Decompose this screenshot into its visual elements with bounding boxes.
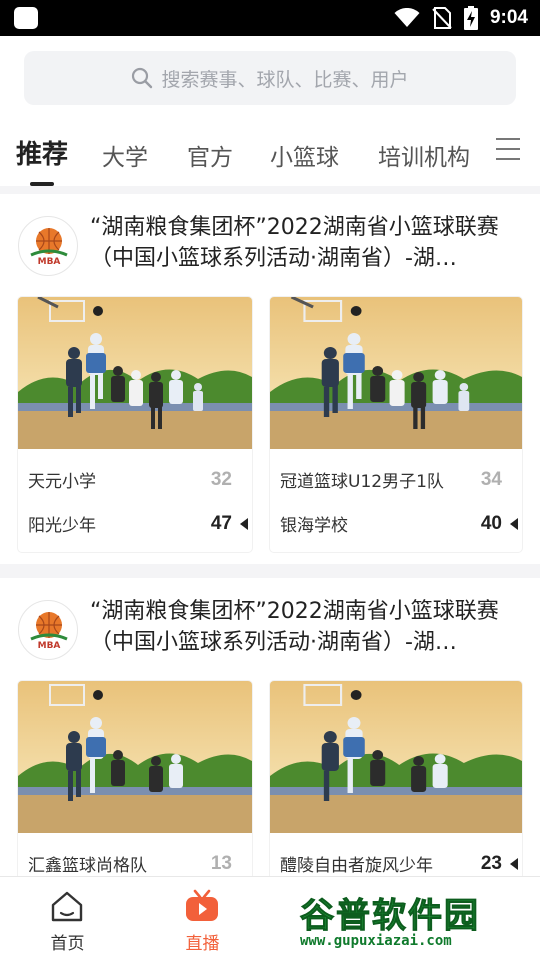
search-bar[interactable]: 搜索赛事、球队、比赛、用户 [24,51,516,105]
watermark-url: www.gupuxiazai.com [300,933,452,949]
tab-official[interactable]: 官方 [187,138,233,172]
status-bar: 9:04 [0,0,540,36]
wifi-icon [394,8,420,27]
league-title[interactable]: “湖南粮食集团杯”2022湖南省小篮球联赛（中国小篮球系列活动·湖南省）-湖… [90,596,520,658]
match-photo [270,297,522,449]
match-photo [18,681,252,833]
team-name: 醴陵自由者旋风少年 [280,856,433,876]
team-row-home: 汇鑫篮球尚格队 13 [28,851,248,876]
team-name: 天元小学 [28,472,96,492]
home-icon [51,891,83,922]
nav-label: 首页 [50,934,85,954]
team-name: 银海学校 [280,516,348,536]
match-card[interactable]: 醴陵自由者旋风少年 23 [270,681,522,876]
league-logo[interactable]: MBA [18,216,78,276]
team-row-away: 银海学校 40 [280,511,518,539]
league-logo[interactable]: MBA [18,600,78,660]
watermark-text: 谷普软件园 [300,896,480,937]
live-tv-icon [186,889,218,921]
team-score: 47 [210,513,232,534]
tab-recommend[interactable]: 推荐 [16,134,68,171]
no-sim-icon [432,7,452,29]
match-card[interactable]: 天元小学 32 阳光少年 47 [18,297,252,552]
category-tabs: 推荐 大学 官方 小篮球 培训机构 [0,132,540,186]
team-row-home: 天元小学 32 [28,467,248,495]
logo-text: MBA [38,641,61,651]
tab-mini-basketball[interactable]: 小篮球 [270,138,339,172]
match-feed[interactable]: MBA “湖南粮食集团杯”2022湖南省小篮球联赛（中国小篮球系列活动·湖南省）… [0,194,540,876]
team-name: 汇鑫篮球尚格队 [28,856,147,876]
match-card[interactable]: 冠道篮球U12男子1队 34 银海学校 40 [270,297,522,552]
team-score: 13 [210,853,232,874]
clock: 9:04 [489,7,528,28]
team-row-away: 阳光少年 47 [28,511,248,539]
team-row-home: 冠道篮球U12男子1队 34 [280,467,518,495]
battery-charging-icon [463,6,478,30]
tab-training-org[interactable]: 培训机构 [378,138,470,172]
watermark: 谷普软件园 www.gupuxiazai.com [296,886,540,956]
logo-text: MBA [38,257,61,267]
active-tab-indicator [30,182,54,186]
winner-arrow-icon [510,858,518,870]
app-notification-icon [14,7,38,29]
match-card[interactable]: 汇鑫篮球尚格队 13 [18,681,252,876]
tab-university[interactable]: 大学 [102,138,148,172]
nav-live[interactable]: 直播 [135,877,270,960]
header: 搜索赛事、球队、比赛、用户 推荐 大学 官方 小篮球 培训机构 [0,36,540,186]
match-photo [18,297,252,449]
league-group: MBA “湖南粮食集团杯”2022湖南省小篮球联赛（中国小篮球系列活动·湖南省）… [0,194,540,564]
team-score: 32 [210,469,232,490]
team-score: 40 [480,513,502,534]
team-score: 23 [480,853,502,874]
winner-arrow-icon [240,518,248,530]
menu-icon[interactable] [496,138,520,160]
match-photo [270,681,522,833]
team-row-home: 醴陵自由者旋风少年 23 [280,851,518,876]
search-placeholder: 搜索赛事、球队、比赛、用户 [161,68,409,91]
team-name: 阳光少年 [28,516,96,536]
league-title[interactable]: “湖南粮食集团杯”2022湖南省小篮球联赛（中国小篮球系列活动·湖南省）-湖… [90,212,520,274]
search-icon [132,67,153,89]
league-group: MBA “湖南粮食集团杯”2022湖南省小篮球联赛（中国小篮球系列活动·湖南省）… [0,578,540,876]
nav-label: 直播 [185,934,220,954]
winner-arrow-icon [510,518,518,530]
team-score: 34 [480,469,502,490]
team-name: 冠道篮球U12男子1队 [280,472,444,492]
nav-home[interactable]: 首页 [0,877,135,960]
